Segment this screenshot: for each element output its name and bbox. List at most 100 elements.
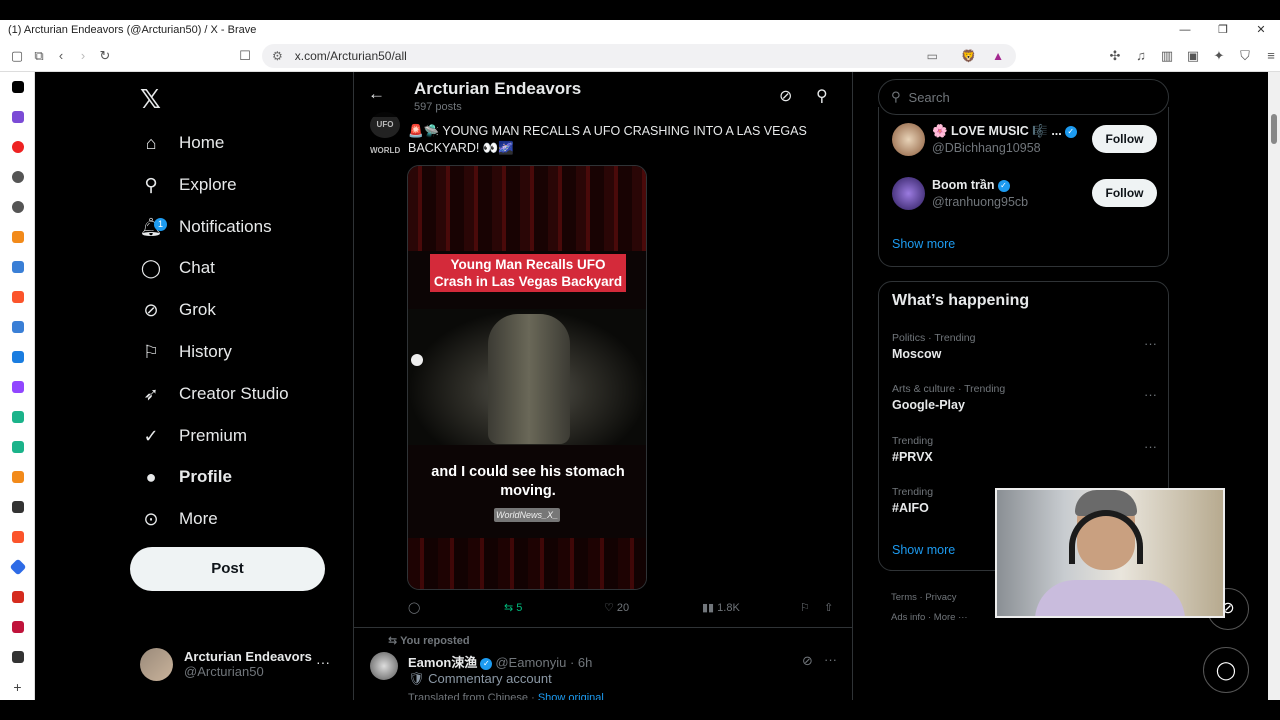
sidebar-bird-icon[interactable] [0,252,35,282]
sidebar-mail-icon[interactable] [0,102,35,132]
menu-icon[interactable]: ≡ [1260,45,1280,67]
nav-chat[interactable]: ◯ Chat [140,253,215,283]
trend-more-icon[interactable]: ··· [1144,336,1157,351]
page-scrollbar[interactable] [1268,72,1280,700]
sidebar-twitch-icon[interactable] [0,372,35,402]
trend-item[interactable]: Arts & culture · Trending Google-Play ··… [892,383,1157,419]
sidebar-bot-icon[interactable] [0,402,35,432]
trend-more-icon[interactable]: ··· [1144,439,1157,454]
reload-icon[interactable]: ↻ [94,45,116,67]
extensions-icon[interactable]: ✣ [1104,45,1126,67]
minimize-button[interactable]: — [1166,20,1204,40]
brave-rewards-icon[interactable]: ▲ [992,49,1004,63]
repost-button[interactable]: ⇆ 5 [504,601,522,614]
search-input[interactable]: ⚲ Search [878,79,1169,115]
tweet2-time[interactable]: · 6h [570,655,592,670]
repost-note-icon: ⇆ [388,635,401,647]
tweet2-author-handle[interactable]: @Eamonyiu [495,655,566,670]
bookmark-tweet-icon[interactable]: ⚐ [800,601,810,614]
account-switcher[interactable]: Arcturian Endeavors @Arcturian50 ··· [140,642,340,686]
tweet2-avatar[interactable] [370,652,398,680]
restore-button[interactable]: ❐ [1204,20,1242,40]
who-show-more-link[interactable]: Show more [892,237,955,251]
messages-fab-icon[interactable]: ◯ [1203,647,1249,693]
sidebar-brave-icon-2[interactable] [0,522,35,552]
nav-more-label: More [179,509,218,528]
suggestion-handle: @DBichhang10958 [932,141,1041,155]
media-icon[interactable]: ♫ [1130,45,1152,67]
happening-show-more-link[interactable]: Show more [892,543,955,557]
follow-button[interactable]: Follow [1092,179,1157,207]
bookmark-page-icon[interactable]: ☐ [234,45,256,67]
close-button[interactable]: ✕ [1242,20,1280,40]
nav-explore[interactable]: ⚲ Explore [140,170,236,200]
views-button[interactable]: ▮▮ 1.8K [702,601,740,614]
sidebar-add-icon[interactable]: + [0,672,35,702]
tweet2-author-name[interactable]: Eamon涑渔 [408,655,477,670]
account-more-icon[interactable]: ··· [316,654,330,670]
follow-button[interactable]: Follow [1092,125,1157,153]
nav-notifications[interactable]: 🔔︎ 1 Notifications [140,212,272,242]
account-name: Arcturian Endeavors [184,649,312,664]
brave-shields-icon[interactable]: 🦁 [961,49,976,63]
back-arrow-icon[interactable]: ← [368,84,385,104]
trend-item[interactable]: Politics · Trending Moscow ··· [892,332,1157,368]
vpn-icon[interactable]: ⛉ [1234,45,1256,67]
terms-link[interactable]: Terms [891,592,917,603]
sidebar-brave-icon[interactable] [0,282,35,312]
x-logo-icon[interactable]: 𝕏 [140,84,161,115]
sidebar-toggle-icon[interactable]: ▢ [6,45,28,67]
privacy-link[interactable]: Privacy [925,592,956,603]
reply-icon[interactable]: ◯ [408,601,420,614]
sidebar-shield-icon[interactable] [0,492,35,522]
notification-badge: 1 [154,218,167,231]
sidebar-record-icon[interactable] [0,132,35,162]
sidebar-panel-icon[interactable]: ▥ [1156,45,1178,67]
nav-more[interactable]: ⊙ More [140,504,218,534]
like-button[interactable]: ♡ 20 [604,601,629,614]
trend-more-icon[interactable]: ··· [1144,387,1157,402]
leo-ai-icon[interactable]: ✦ [1208,45,1230,67]
profile-search-icon[interactable]: ⚲ [816,86,828,106]
tabs-icon[interactable]: ⧉ [28,45,50,67]
address-bar[interactable]: ⚙ x.com/Arcturian50/all ▭ 🦁 ▲ [262,44,1016,68]
wallet-icon[interactable]: ▣ [1182,45,1204,67]
nav-profile[interactable]: ● Profile [140,462,232,492]
nav-home[interactable]: ⌂ Home [140,128,225,158]
follow-suggestion[interactable]: 🌸 LOVE MUSIC 🎼 ... ✓ @DBichhang10958 Foll… [892,123,1157,159]
post-button[interactable]: Post [130,547,325,591]
sidebar-x-icon[interactable] [0,72,35,102]
tweet2-grok-icon[interactable]: ⊘ [802,653,813,669]
sidebar-diamond-icon[interactable] [0,552,35,582]
sidebar-s-icon[interactable] [0,612,35,642]
sidebar-bot-icon-2[interactable] [0,432,35,462]
share-icon[interactable]: ⇧ [824,601,833,614]
grok-header-icon[interactable]: ⊘ [779,86,792,106]
alien-figure [488,314,570,444]
trend-item[interactable]: Trending #PRVX ··· [892,435,1157,471]
show-original-link[interactable]: Show original [538,692,604,700]
tweet-video[interactable]: Young Man Recalls UFO Crash in Las Vegas… [407,165,647,590]
sidebar-app-icon[interactable] [0,342,35,372]
forward-icon[interactable]: › [72,45,94,67]
nav-history[interactable]: ⚐ History [140,337,232,367]
nav-premium[interactable]: ✓ Premium [140,421,247,451]
sidebar-globe-icon-2[interactable] [0,192,35,222]
nav-creator-studio[interactable]: ➶ Creator Studio [140,379,288,409]
avatar [892,177,925,210]
sidebar-play-icon-2[interactable] [0,462,35,492]
back-icon[interactable]: ‹ [50,45,72,67]
sidebar-globe-icon[interactable] [0,162,35,192]
scrollbar-thumb[interactable] [1271,114,1277,144]
follow-suggestion[interactable]: Boom trần ✓ @tranhuong95cb Follow [892,177,1157,213]
sidebar-shield-icon-2[interactable] [0,642,35,672]
nav-grok[interactable]: ⊘ Grok [140,295,215,325]
tweet2-more-icon[interactable]: ··· [824,652,837,667]
site-settings-icon[interactable]: ⚙ [272,49,283,63]
footer-more-link[interactable]: More ··· [934,612,968,623]
sidebar-play-icon[interactable] [0,222,35,252]
cast-icon[interactable]: ▭ [927,49,938,63]
sidebar-bird-icon-2[interactable] [0,312,35,342]
sidebar-maple-icon[interactable] [0,582,35,612]
ads-info-link[interactable]: Ads info [891,612,925,623]
